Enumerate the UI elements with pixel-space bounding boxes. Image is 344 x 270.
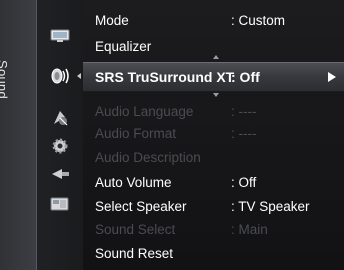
category-label: Sound bbox=[0, 60, 10, 100]
channel-icon[interactable] bbox=[49, 109, 71, 127]
menu-item-label: Audio Description bbox=[95, 150, 201, 165]
menu-item-value: : ---- bbox=[231, 126, 257, 141]
category-tab: Sound bbox=[0, 0, 37, 270]
setup-icon[interactable] bbox=[49, 137, 71, 155]
menu-item-label: Sound Reset bbox=[95, 246, 174, 261]
menu-item-value: : TV Speaker bbox=[231, 199, 310, 214]
menu-item-label: Sound Select bbox=[95, 222, 176, 237]
menu-item-label: Mode bbox=[95, 13, 129, 28]
menu-item-label: Auto Volume bbox=[95, 175, 172, 190]
application-icon[interactable] bbox=[49, 195, 71, 213]
menu-item-value: : Off bbox=[231, 175, 257, 190]
scroll-up-arrow-icon bbox=[213, 55, 219, 59]
menu-item-auto-volume[interactable]: Auto Volume : Off bbox=[83, 172, 344, 194]
menu-item-value: : Main bbox=[231, 222, 268, 237]
menu-item-audio-description[interactable]: Audio Description bbox=[83, 147, 344, 169]
menu-item-value: : ---- bbox=[231, 104, 257, 119]
menu-item-sound-select[interactable]: Sound Select : Main bbox=[83, 219, 344, 241]
menu-item-audio-language[interactable]: Audio Language : ---- bbox=[83, 101, 344, 123]
selection-pointer-icon bbox=[77, 73, 81, 79]
scroll-down-arrow-icon bbox=[213, 93, 219, 97]
menu-item-label: Equalizer bbox=[95, 39, 152, 54]
picture-icon[interactable] bbox=[49, 27, 71, 45]
menu-item-value: : Custom bbox=[231, 13, 286, 28]
menu-item-select-speaker[interactable]: Select Speaker : TV Speaker bbox=[83, 196, 344, 218]
menu-item-audio-format[interactable]: Audio Format : ---- bbox=[83, 123, 344, 145]
menu-item-label: Audio Language bbox=[95, 104, 194, 119]
sound-menu-list: Mode : Custom Equalizer SRS TruSurround … bbox=[83, 0, 344, 270]
sound-menu-screen: Sound Mode: Custom Equalizer SRS TruSur… bbox=[0, 0, 344, 270]
input-icon[interactable] bbox=[49, 165, 71, 183]
menu-item-mode[interactable]: Mode : Custom bbox=[83, 10, 344, 32]
menu-item-srs-trusurround-xt[interactable]: SRS TruSurround XT : Off bbox=[83, 62, 344, 92]
menu-item-value: : Off bbox=[231, 69, 260, 85]
sound-icon[interactable] bbox=[49, 67, 71, 85]
menu-item-label: Audio Format bbox=[95, 126, 177, 141]
menu-item-label: Select Speaker bbox=[95, 199, 187, 214]
category-icon-column bbox=[37, 0, 83, 270]
submenu-arrow-icon bbox=[328, 72, 336, 82]
menu-item-label: SRS TruSurround XT bbox=[95, 69, 235, 85]
menu-item-sound-reset[interactable]: Sound Reset bbox=[83, 243, 344, 265]
